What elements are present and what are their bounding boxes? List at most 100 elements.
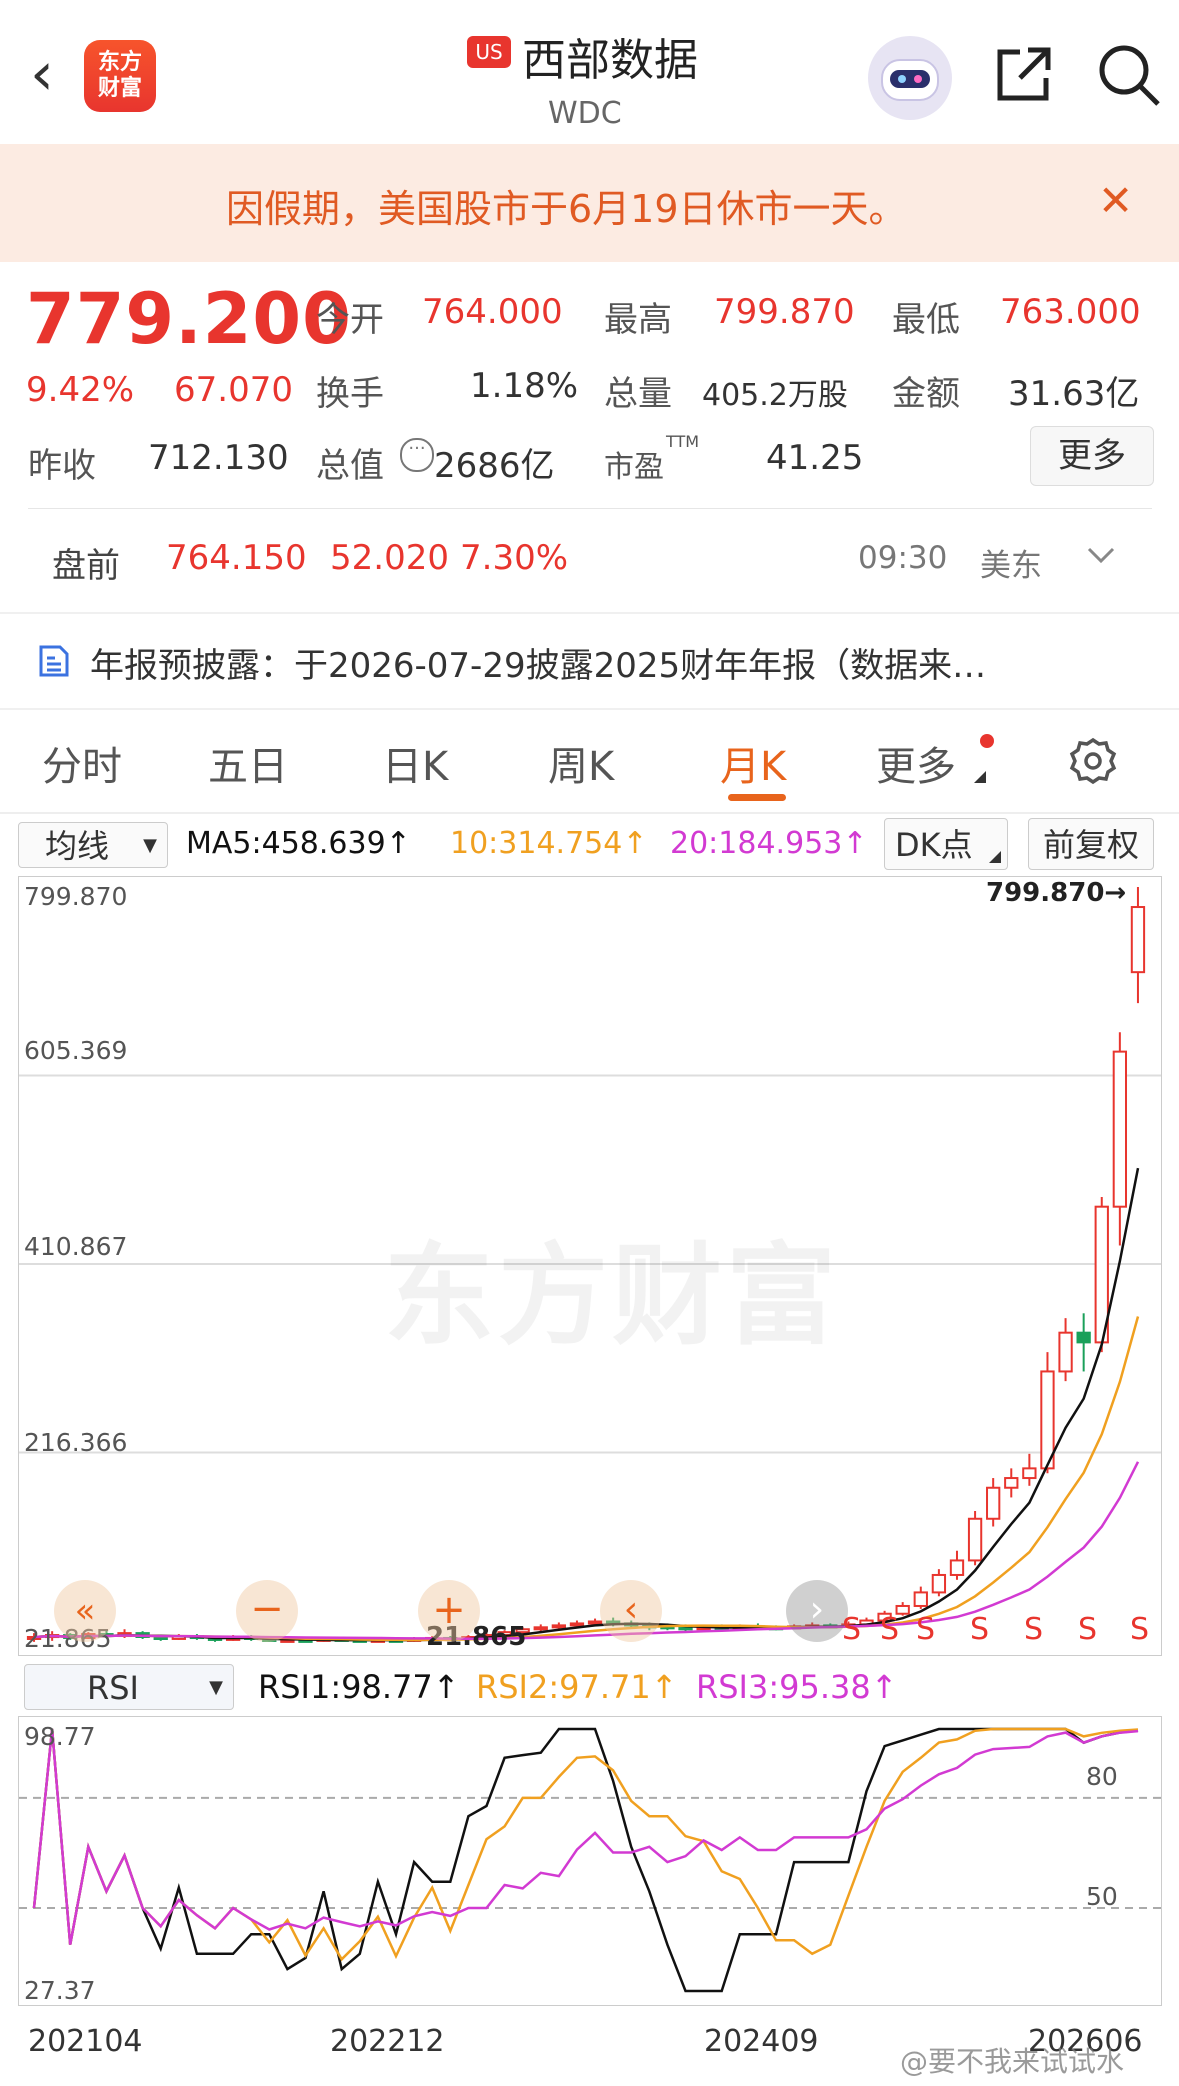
- x-axis-label: 202212: [330, 2024, 445, 2059]
- amount-value: 31.63亿: [1008, 374, 1140, 414]
- close-icon[interactable]: ✕: [1098, 176, 1133, 225]
- scroll-left-icon[interactable]: ‹: [600, 1580, 662, 1642]
- x-axis-label: 202409: [704, 2024, 819, 2059]
- premarket-change-pct: 7.30%: [460, 538, 569, 578]
- scroll-first-icon[interactable]: «: [54, 1580, 116, 1642]
- turnover-value: 1.18%: [470, 366, 579, 406]
- rsi-axis-bottom: 27.37: [24, 1976, 96, 2005]
- candle: [533, 1626, 548, 1631]
- notice-text: 因假期，美国股市于6月19日休市一天。: [226, 187, 907, 231]
- low-value: 763.000: [1000, 292, 1141, 332]
- scroll-right-icon[interactable]: ›: [786, 1580, 848, 1642]
- candle: [587, 1620, 603, 1625]
- dk-point-button[interactable]: DK点: [884, 818, 1008, 870]
- document-icon: [38, 644, 70, 678]
- x-axis-label: 202104: [28, 2024, 143, 2059]
- candle: [1022, 1467, 1037, 1480]
- sell-signal: S: [1078, 1612, 1098, 1647]
- price-axis-label: 216.366: [24, 1428, 128, 1457]
- sell-signal: S: [880, 1612, 900, 1647]
- gear-icon[interactable]: [1068, 736, 1118, 786]
- back-icon[interactable]: ‹: [30, 44, 70, 104]
- rsi2-value: RSI2:97.71↑: [476, 1668, 678, 1706]
- app-logo: 东方 财富: [84, 40, 156, 112]
- candle: [1130, 906, 1146, 974]
- price-axis-label: 799.870: [24, 882, 128, 911]
- tab-daily-k[interactable]: 日K: [382, 734, 448, 792]
- candle: [949, 1559, 965, 1576]
- rsi-plot: [19, 1727, 1161, 1993]
- sell-signal: S: [970, 1612, 990, 1647]
- adjust-button[interactable]: 前复权: [1028, 818, 1154, 870]
- divider: [0, 612, 1179, 614]
- mktcap-value: 2686亿: [434, 446, 555, 486]
- rsi2-line: [32, 1727, 1139, 1962]
- sell-signal: S: [1024, 1612, 1044, 1647]
- candle: [1112, 1050, 1128, 1208]
- volume-value: 405.2万股: [702, 378, 848, 413]
- info-dots-icon[interactable]: ···: [400, 438, 434, 472]
- rsi3-line: [32, 1728, 1139, 1945]
- mktcap-label: 总值: [316, 446, 384, 486]
- premarket-price: 764.150: [166, 538, 307, 578]
- rsi-axis-top: 98.77: [24, 1722, 96, 1751]
- chevron-down-icon[interactable]: [1084, 538, 1118, 572]
- rsi-line-80-label: 80: [1086, 1762, 1118, 1791]
- candle: [931, 1573, 947, 1594]
- divider: [0, 812, 1179, 814]
- prev-close-value: 712.130: [148, 438, 289, 478]
- rsi3-value: RSI3:95.38↑: [696, 1668, 898, 1706]
- max-price-marker: 799.870→: [986, 878, 1127, 908]
- turnover-label: 换手: [316, 374, 384, 414]
- open-value: 764.000: [422, 292, 563, 332]
- market-badge: US: [467, 36, 511, 68]
- candle: [967, 1517, 983, 1562]
- rsi-dropdown[interactable]: RSI ▼: [24, 1664, 234, 1710]
- stock-ticker: WDC: [548, 96, 622, 131]
- divider: [28, 508, 1152, 509]
- change-pct: 9.42%: [26, 370, 135, 410]
- sell-signal: S: [1130, 1612, 1150, 1647]
- change-value: 67.070: [174, 370, 293, 410]
- premarket-label: 盘前: [52, 546, 120, 586]
- price-axis-label: 410.867: [24, 1232, 128, 1261]
- price-axis-label: 605.369: [24, 1036, 128, 1065]
- ma10-value: 10:314.754↑: [450, 826, 648, 861]
- search-icon[interactable]: [1096, 42, 1162, 108]
- rsi-line-50-label: 50: [1086, 1882, 1118, 1911]
- corner-triangle-icon: [974, 768, 986, 783]
- pe-value: 41.25: [766, 438, 864, 478]
- active-tab-indicator: [728, 794, 786, 801]
- ma20-value: 20:184.953↑: [670, 826, 868, 861]
- candle: [1076, 1331, 1091, 1344]
- candle: [1058, 1331, 1073, 1373]
- rsi1-line: [32, 1727, 1139, 1993]
- tab-five-day[interactable]: 五日: [208, 734, 288, 792]
- share-icon[interactable]: [992, 42, 1056, 106]
- high-label: 最高: [604, 300, 672, 340]
- notification-dot: [980, 734, 994, 748]
- assistant-avatar-icon[interactable]: [868, 36, 952, 120]
- sell-signal: S: [916, 1612, 936, 1647]
- candle: [986, 1486, 1001, 1520]
- premarket-time: 09:30: [858, 540, 948, 576]
- prev-close-label: 昨收: [28, 446, 96, 486]
- more-quote-button[interactable]: 更多: [1030, 426, 1154, 486]
- high-value: 799.870: [714, 292, 855, 332]
- candle: [1004, 1477, 1019, 1489]
- tab-intraday[interactable]: 分时: [42, 734, 122, 792]
- zoom-in-icon[interactable]: +: [418, 1580, 480, 1642]
- low-label: 最低: [892, 300, 960, 340]
- dropdown-arrow-icon: ▼: [143, 835, 157, 856]
- tab-more[interactable]: 更多: [876, 734, 956, 792]
- candle: [551, 1624, 567, 1629]
- tab-monthly-k[interactable]: 月K: [720, 734, 786, 792]
- candle: [678, 1626, 693, 1631]
- rsi1-value: RSI1:98.77↑: [258, 1668, 460, 1706]
- candle: [569, 1622, 585, 1627]
- tab-weekly-k[interactable]: 周K: [548, 734, 614, 792]
- zoom-out-icon[interactable]: −: [236, 1580, 298, 1642]
- pe-label: 市盈: [604, 450, 664, 485]
- indicator-dropdown[interactable]: 均线 ▼: [18, 822, 168, 868]
- corner-triangle-icon: [989, 851, 1001, 863]
